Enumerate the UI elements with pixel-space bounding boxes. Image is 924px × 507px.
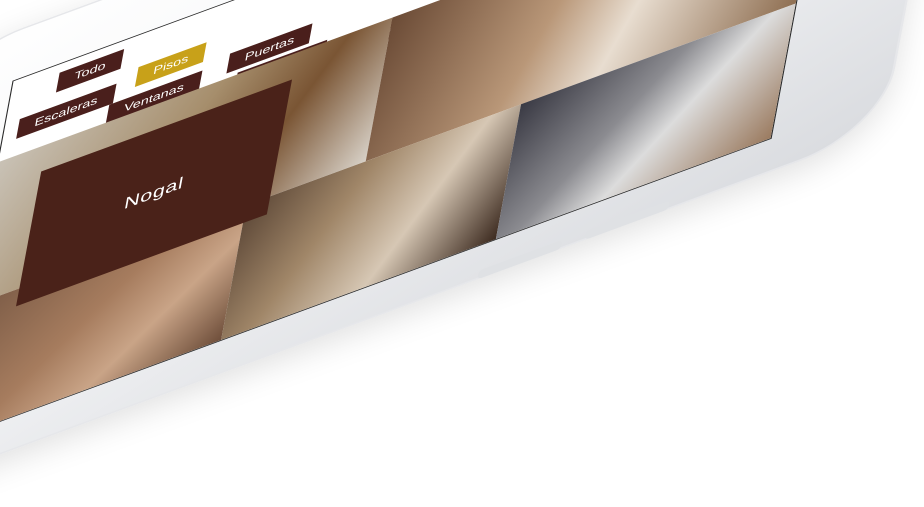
filter-chip-label: Escaleras	[33, 93, 99, 130]
filter-chip-label: Todo	[73, 58, 107, 83]
filter-chip-label: Pisos	[152, 51, 190, 78]
phone-device: Todo Escaleras Pisos Ventanas Puertas Li…	[0, 0, 924, 507]
phone-screen: Todo Escaleras Pisos Ventanas Puertas Li…	[0, 0, 840, 443]
feature-tile-label: Nogal	[122, 172, 186, 213]
